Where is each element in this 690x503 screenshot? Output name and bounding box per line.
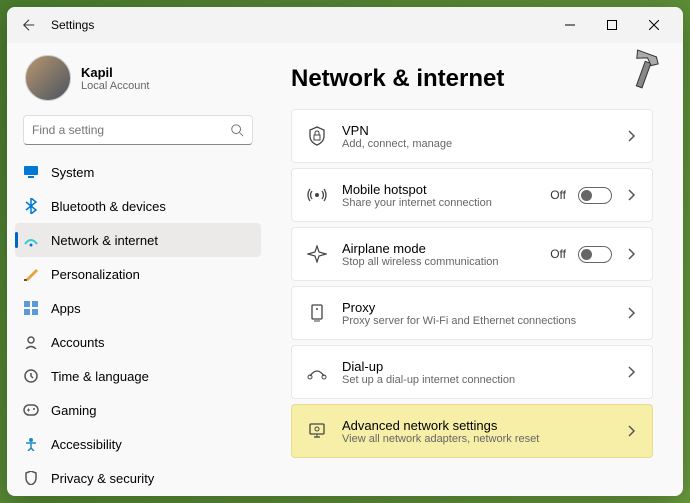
sidebar-item-label: System <box>51 165 94 180</box>
setting-hotspot[interactable]: Mobile hotspot Share your internet conne… <box>291 168 653 222</box>
sidebar-item-label: Accounts <box>51 335 104 350</box>
sidebar-item-accessibility[interactable]: Accessibility <box>15 427 261 461</box>
sidebar-item-label: Time & language <box>51 369 149 384</box>
profile-name: Kapil <box>81 65 150 80</box>
sidebar-item-system[interactable]: System <box>15 155 261 189</box>
setting-advanced[interactable]: Advanced network settings View all netwo… <box>291 404 653 458</box>
vpn-icon <box>306 126 328 146</box>
settings-list: VPN Add, connect, manage Mobile hotspot … <box>291 109 653 458</box>
nav-list: System Bluetooth & devices Network & inter… <box>7 153 269 496</box>
avatar <box>25 55 71 101</box>
toggle-state-label: Off <box>550 247 566 261</box>
close-button[interactable] <box>633 10 675 40</box>
hotspot-icon <box>306 187 328 203</box>
window-controls <box>549 10 675 40</box>
network-icon <box>23 232 39 248</box>
sidebar-item-apps[interactable]: Apps <box>15 291 261 325</box>
sidebar-item-gaming[interactable]: Gaming <box>15 393 261 427</box>
card-sub: Stop all wireless communication <box>342 256 536 268</box>
minimize-button[interactable] <box>549 10 591 40</box>
bluetooth-icon <box>23 198 39 214</box>
maximize-button[interactable] <box>591 10 633 40</box>
dialup-icon <box>306 364 328 380</box>
chevron-right-icon <box>624 366 638 378</box>
back-button[interactable] <box>15 11 43 39</box>
time-icon <box>23 368 39 384</box>
setting-airplane[interactable]: Airplane mode Stop all wireless communic… <box>291 227 653 281</box>
chevron-right-icon <box>624 189 638 201</box>
card-sub: Share your internet connection <box>342 197 536 209</box>
card-title: VPN <box>342 123 610 138</box>
proxy-icon <box>306 303 328 323</box>
sidebar-item-personalization[interactable]: Personalization <box>15 257 261 291</box>
card-sub: Set up a dial-up internet connection <box>342 374 610 386</box>
sidebar-item-label: Apps <box>51 301 81 316</box>
sidebar-item-label: Gaming <box>51 403 97 418</box>
search-icon <box>230 123 244 137</box>
privacy-icon <box>23 470 39 486</box>
setting-proxy[interactable]: Proxy Proxy server for Wi-Fi and Etherne… <box>291 286 653 340</box>
card-sub: Add, connect, manage <box>342 138 610 150</box>
sidebar-item-privacy[interactable]: Privacy & security <box>15 461 261 495</box>
sidebar-item-label: Accessibility <box>51 437 122 452</box>
airplane-icon <box>306 245 328 263</box>
card-title: Mobile hotspot <box>342 182 536 197</box>
back-arrow-icon <box>22 18 36 32</box>
sidebar-item-label: Personalization <box>51 267 140 282</box>
chevron-right-icon <box>624 425 638 437</box>
toggle-state-label: Off <box>550 188 566 202</box>
page-title: Network & internet <box>291 65 653 93</box>
setting-vpn[interactable]: VPN Add, connect, manage <box>291 109 653 163</box>
search-box[interactable] <box>23 115 253 145</box>
accounts-icon <box>23 334 39 350</box>
setting-dialup[interactable]: Dial-up Set up a dial-up internet connec… <box>291 345 653 399</box>
personalization-icon <box>23 266 39 282</box>
advanced-icon <box>306 422 328 440</box>
sidebar-item-bluetooth[interactable]: Bluetooth & devices <box>15 189 261 223</box>
card-title: Advanced network settings <box>342 418 610 433</box>
system-icon <box>23 164 39 180</box>
sidebar-item-label: Network & internet <box>51 233 158 248</box>
settings-window: Settings Kapil Local Account Syste <box>7 7 683 496</box>
sidebar-item-label: Privacy & security <box>51 471 154 486</box>
card-title: Proxy <box>342 300 610 315</box>
apps-icon <box>23 300 39 316</box>
card-title: Airplane mode <box>342 241 536 256</box>
chevron-right-icon <box>624 307 638 319</box>
card-title: Dial-up <box>342 359 610 374</box>
profile-sub: Local Account <box>81 80 150 92</box>
hotspot-toggle[interactable] <box>578 187 612 204</box>
sidebar-item-label: Bluetooth & devices <box>51 199 166 214</box>
sidebar-item-network[interactable]: Network & internet <box>15 223 261 257</box>
sidebar-item-time[interactable]: Time & language <box>15 359 261 393</box>
gaming-icon <box>23 402 39 418</box>
window-title: Settings <box>51 18 549 32</box>
main-content: Network & internet VPN Add, connect, man… <box>269 43 683 496</box>
sidebar-item-accounts[interactable]: Accounts <box>15 325 261 359</box>
chevron-right-icon <box>624 248 638 260</box>
sidebar: Kapil Local Account System Bluetooth & de… <box>7 43 269 496</box>
profile-section[interactable]: Kapil Local Account <box>7 47 269 115</box>
title-bar: Settings <box>7 7 683 43</box>
search-input[interactable] <box>32 123 230 137</box>
chevron-right-icon <box>624 130 638 142</box>
card-sub: View all network adapters, network reset <box>342 433 610 445</box>
app-body: Kapil Local Account System Bluetooth & de… <box>7 43 683 496</box>
card-sub: Proxy server for Wi-Fi and Ethernet conn… <box>342 315 610 327</box>
accessibility-icon <box>23 436 39 452</box>
airplane-toggle[interactable] <box>578 246 612 263</box>
